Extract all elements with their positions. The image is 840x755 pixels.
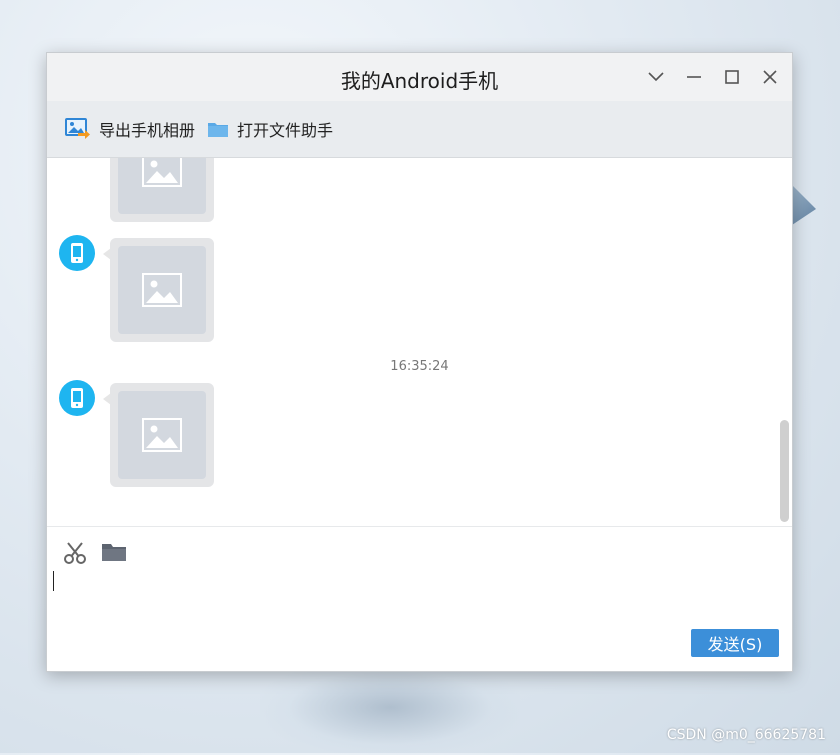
minimize-icon	[687, 76, 701, 78]
dropdown-button[interactable]	[646, 67, 666, 87]
close-button[interactable]	[760, 67, 780, 87]
export-album-button[interactable]: 导出手机相册	[65, 117, 195, 141]
image-message[interactable]	[110, 383, 214, 487]
chevron-down-icon	[648, 72, 664, 82]
send-button[interactable]: 发送(S)	[691, 629, 779, 657]
phone-icon	[71, 243, 83, 263]
window-controls	[646, 67, 780, 87]
image-icon	[142, 418, 182, 452]
text-caret	[53, 571, 54, 591]
maximize-icon	[725, 70, 739, 84]
message-timestamp: 16:35:24	[390, 359, 449, 374]
chat-window: 我的Android手机 导出手机相册 打开文件助手 16:35:24 发送(S)	[46, 52, 793, 672]
image-message[interactable]	[110, 158, 214, 222]
maximize-button[interactable]	[722, 67, 742, 87]
toolbar: 导出手机相册 打开文件助手	[47, 101, 792, 158]
close-icon	[763, 70, 777, 84]
image-icon	[142, 273, 182, 307]
open-file-assistant-button[interactable]: 打开文件助手	[207, 117, 333, 141]
folder-icon	[208, 123, 229, 137]
title-bar[interactable]: 我的Android手机	[47, 53, 792, 101]
export-photo-icon	[65, 118, 90, 139]
scrollbar-thumb[interactable]	[780, 420, 789, 522]
input-tools	[63, 541, 127, 565]
folder-icon[interactable]	[101, 541, 127, 563]
message-input-area[interactable]: 发送(S)	[47, 527, 792, 671]
avatar[interactable]	[59, 235, 95, 271]
desktop-decoration	[792, 185, 816, 225]
watermark: CSDN @m0_66625781	[666, 727, 826, 743]
image-placeholder	[118, 158, 206, 214]
image-placeholder	[118, 391, 206, 479]
wallpaper-smoke	[260, 660, 520, 755]
phone-icon	[71, 388, 83, 408]
image-placeholder	[118, 246, 206, 334]
export-album-label: 导出手机相册	[99, 121, 196, 140]
open-file-assistant-label: 打开文件助手	[237, 121, 334, 140]
image-icon	[142, 158, 182, 187]
image-message[interactable]	[110, 238, 214, 342]
scissors-icon[interactable]	[63, 541, 87, 565]
message-list[interactable]: 16:35:24	[47, 158, 792, 527]
minimize-button[interactable]	[684, 67, 704, 87]
avatar[interactable]	[59, 380, 95, 416]
